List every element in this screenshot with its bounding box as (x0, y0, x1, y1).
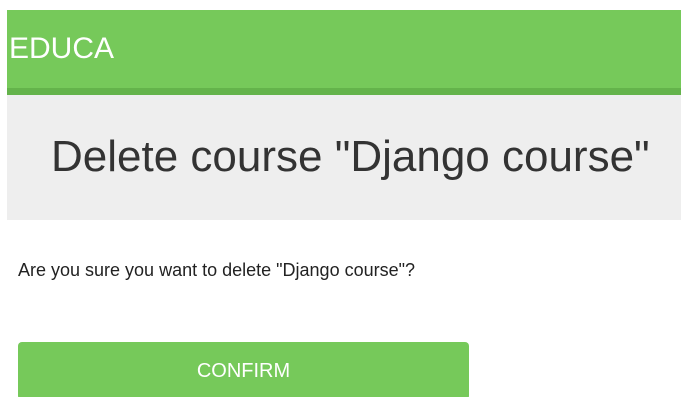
confirmation-message: Are you sure you want to delete "Django … (18, 260, 416, 280)
confirm-button[interactable]: CONFIRM (18, 342, 469, 397)
page: EDUCA Delete course "Django course" Are … (0, 0, 681, 397)
title-band: Delete course "Django course" (7, 95, 681, 220)
top-header: EDUCA (7, 10, 681, 95)
logo[interactable]: EDUCA (9, 31, 114, 67)
page-title: Delete course "Django course" (51, 132, 650, 181)
